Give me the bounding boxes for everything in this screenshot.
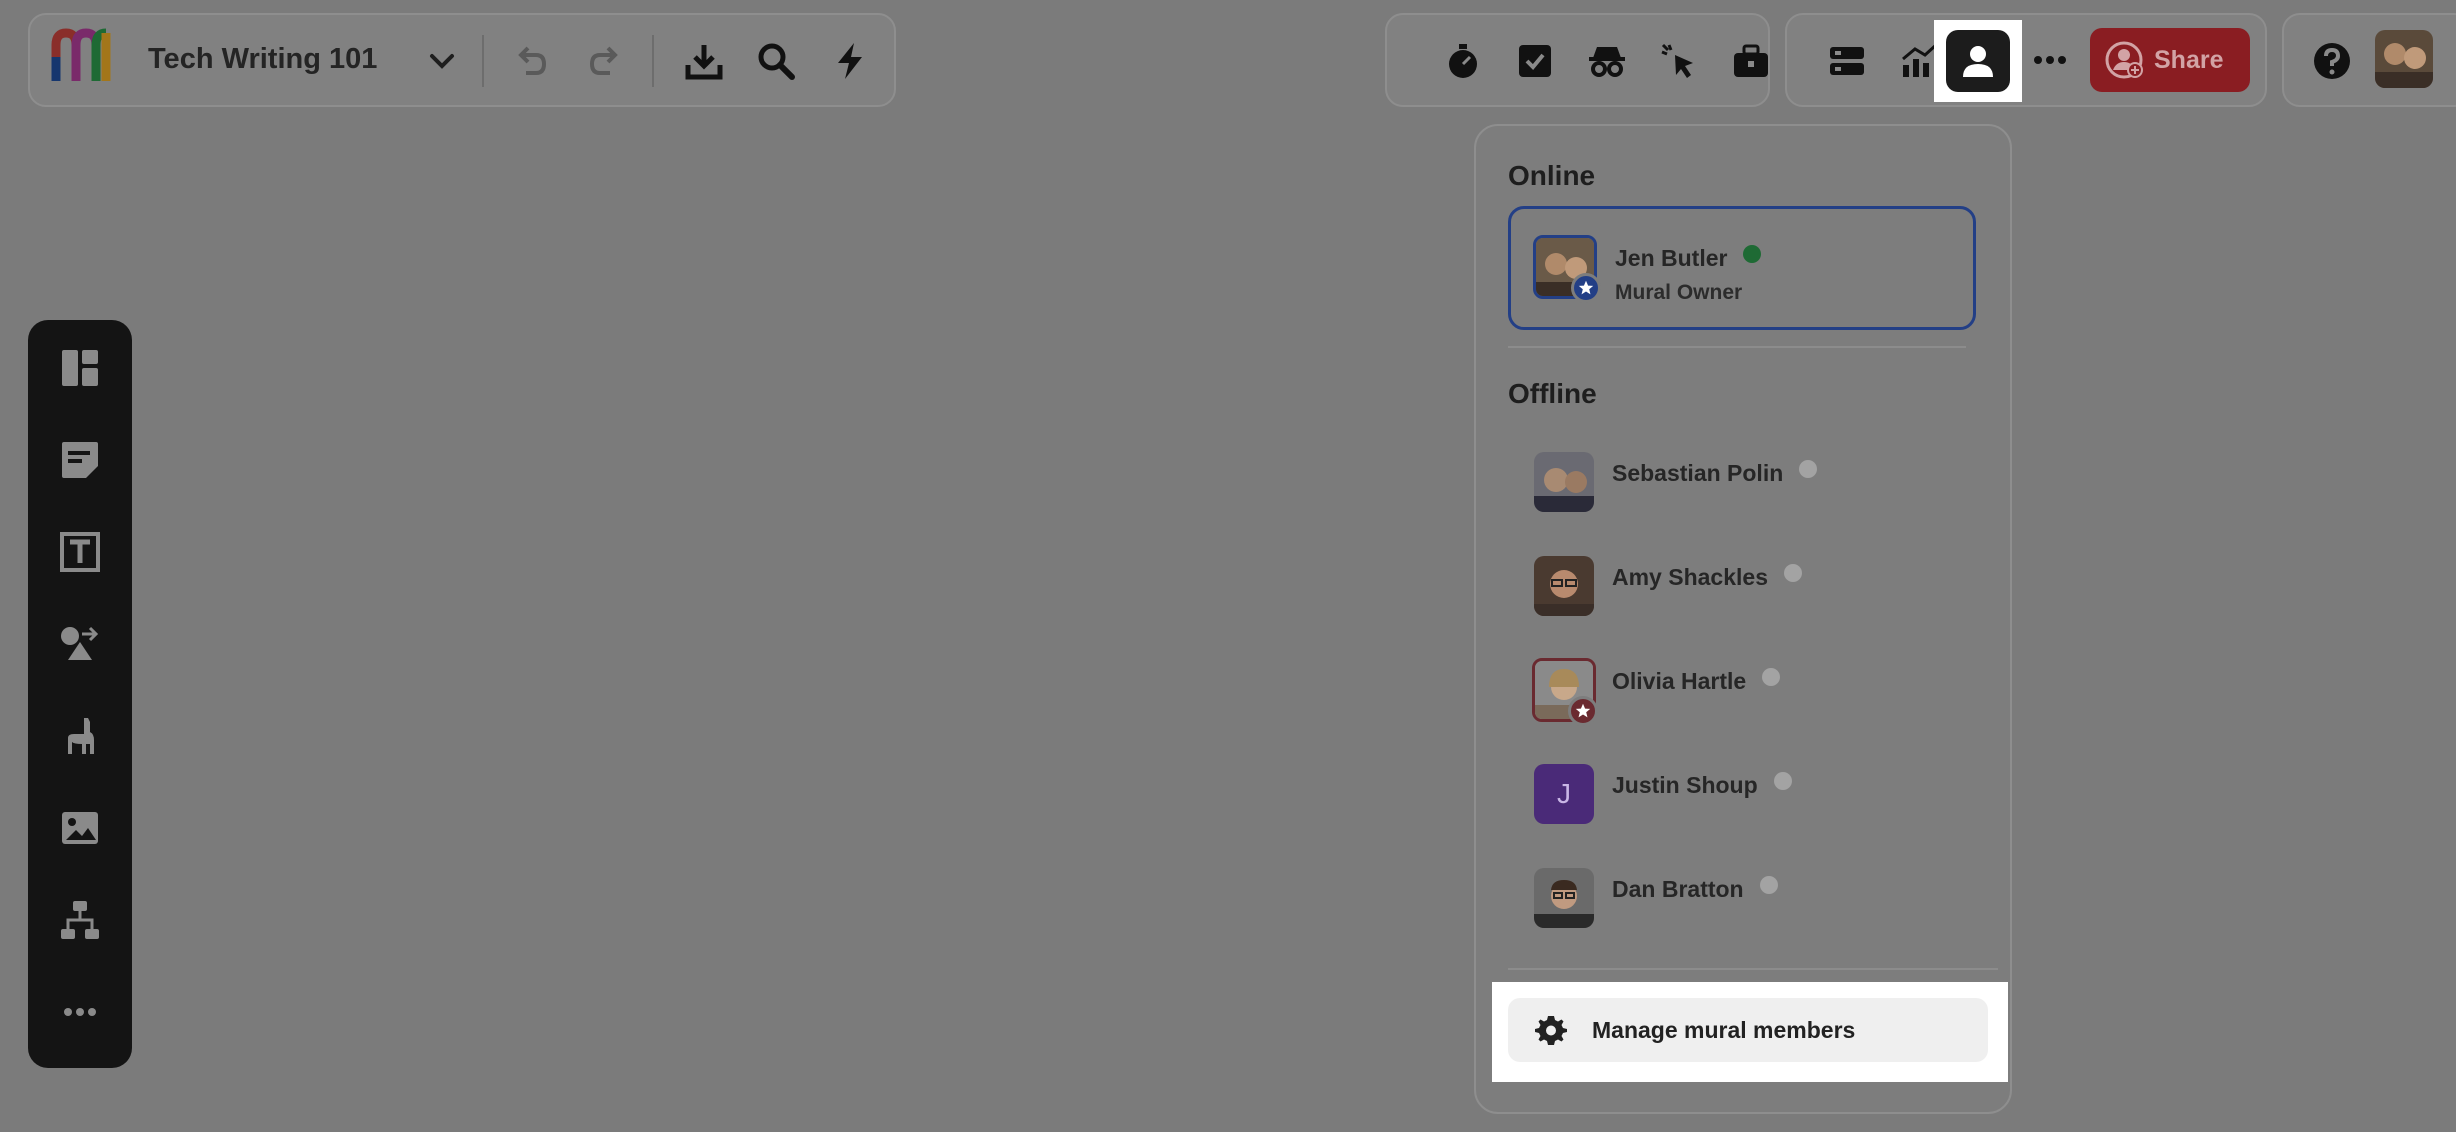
toolbox-icon[interactable] bbox=[1723, 33, 1779, 89]
more-icon[interactable] bbox=[52, 984, 108, 1040]
members-popover: Online Jen Butler Mural Owner Offline Se… bbox=[1474, 124, 2012, 1114]
user-avatar[interactable] bbox=[2375, 30, 2433, 88]
private-mode-icon[interactable] bbox=[1579, 33, 1635, 89]
mural-logo[interactable] bbox=[50, 27, 116, 88]
help-icon[interactable] bbox=[2304, 33, 2360, 89]
manage-members-highlight: Manage mural members bbox=[1492, 982, 2008, 1082]
members-button[interactable] bbox=[1946, 30, 2010, 92]
top-left-toolbar: Tech Writing 101 bbox=[28, 13, 896, 107]
left-toolbar bbox=[28, 320, 132, 1068]
share-label: Share bbox=[2154, 45, 2224, 74]
divider bbox=[482, 35, 484, 87]
admin-badge-icon bbox=[1568, 696, 1598, 726]
share-button[interactable]: Share bbox=[2090, 28, 2250, 92]
lightning-icon[interactable] bbox=[822, 33, 878, 89]
sticky-note-icon[interactable] bbox=[52, 432, 108, 488]
offline-status-dot bbox=[1783, 564, 1802, 582]
online-heading: Online bbox=[1508, 160, 1596, 191]
avatar bbox=[1534, 452, 1594, 512]
chevron-down-icon[interactable] bbox=[414, 33, 470, 89]
shapes-icon[interactable] bbox=[52, 616, 108, 672]
owner-badge-icon bbox=[1571, 273, 1601, 303]
timer-icon[interactable] bbox=[1435, 33, 1491, 89]
divider bbox=[1508, 968, 1998, 970]
member-sebastian-polin[interactable]: Sebastian Polin bbox=[1508, 434, 1976, 530]
templates-icon[interactable] bbox=[52, 340, 108, 396]
manage-mural-members-button[interactable]: Manage mural members bbox=[1508, 998, 1988, 1062]
member-name: Jen Butler bbox=[1615, 245, 1728, 271]
avatar bbox=[1534, 868, 1594, 928]
offline-status-dot bbox=[1773, 772, 1792, 790]
offline-status-dot bbox=[1799, 460, 1818, 478]
download-icon[interactable] bbox=[676, 33, 732, 89]
member-jen-butler[interactable]: Jen Butler Mural Owner bbox=[1508, 206, 1976, 330]
avatar: J bbox=[1534, 764, 1594, 824]
member-role: Mural Owner bbox=[1615, 281, 1743, 304]
member-name: Justin Shoup bbox=[1612, 772, 1758, 798]
text-icon[interactable] bbox=[52, 524, 108, 580]
member-justin-shoup[interactable]: J Justin Shoup bbox=[1508, 746, 1976, 842]
offline-heading: Offline bbox=[1508, 378, 1597, 409]
member-name: Amy Shackles bbox=[1612, 564, 1768, 590]
undo-icon[interactable] bbox=[504, 33, 560, 89]
member-olivia-hartle[interactable]: Olivia Hartle bbox=[1508, 642, 1976, 738]
board-title[interactable]: Tech Writing 101 bbox=[148, 43, 377, 76]
diagram-icon[interactable] bbox=[52, 892, 108, 948]
checkbox-icon[interactable] bbox=[1507, 33, 1563, 89]
redo-icon[interactable] bbox=[576, 33, 632, 89]
online-status-dot bbox=[1743, 245, 1762, 263]
member-name: Dan Bratton bbox=[1612, 876, 1744, 902]
search-icon[interactable] bbox=[748, 33, 804, 89]
offline-status-dot bbox=[1762, 668, 1781, 686]
offline-status-dot bbox=[1759, 876, 1778, 894]
manage-mural-members-label: Manage mural members bbox=[1592, 1016, 1856, 1043]
laser-pointer-icon[interactable] bbox=[1651, 33, 1707, 89]
divider bbox=[1508, 346, 1966, 348]
more-icon[interactable] bbox=[2022, 32, 2078, 88]
facilitation-toolbar bbox=[1385, 13, 1770, 107]
outline-icon[interactable] bbox=[1819, 33, 1875, 89]
image-icon[interactable] bbox=[52, 800, 108, 856]
member-amy-shackles[interactable]: Amy Shackles bbox=[1508, 538, 1976, 634]
divider bbox=[652, 35, 654, 87]
add-user-icon bbox=[2105, 41, 2143, 79]
member-name: Olivia Hartle bbox=[1612, 668, 1747, 694]
gear-icon bbox=[1535, 1016, 1567, 1045]
member-dan-bratton[interactable]: Dan Bratton bbox=[1508, 850, 1976, 946]
member-name: Sebastian Polin bbox=[1612, 460, 1784, 486]
members-button-highlight bbox=[1934, 20, 2022, 102]
avatar bbox=[1534, 556, 1594, 616]
members-icon bbox=[1963, 46, 1993, 77]
llama-icon[interactable] bbox=[52, 708, 108, 764]
